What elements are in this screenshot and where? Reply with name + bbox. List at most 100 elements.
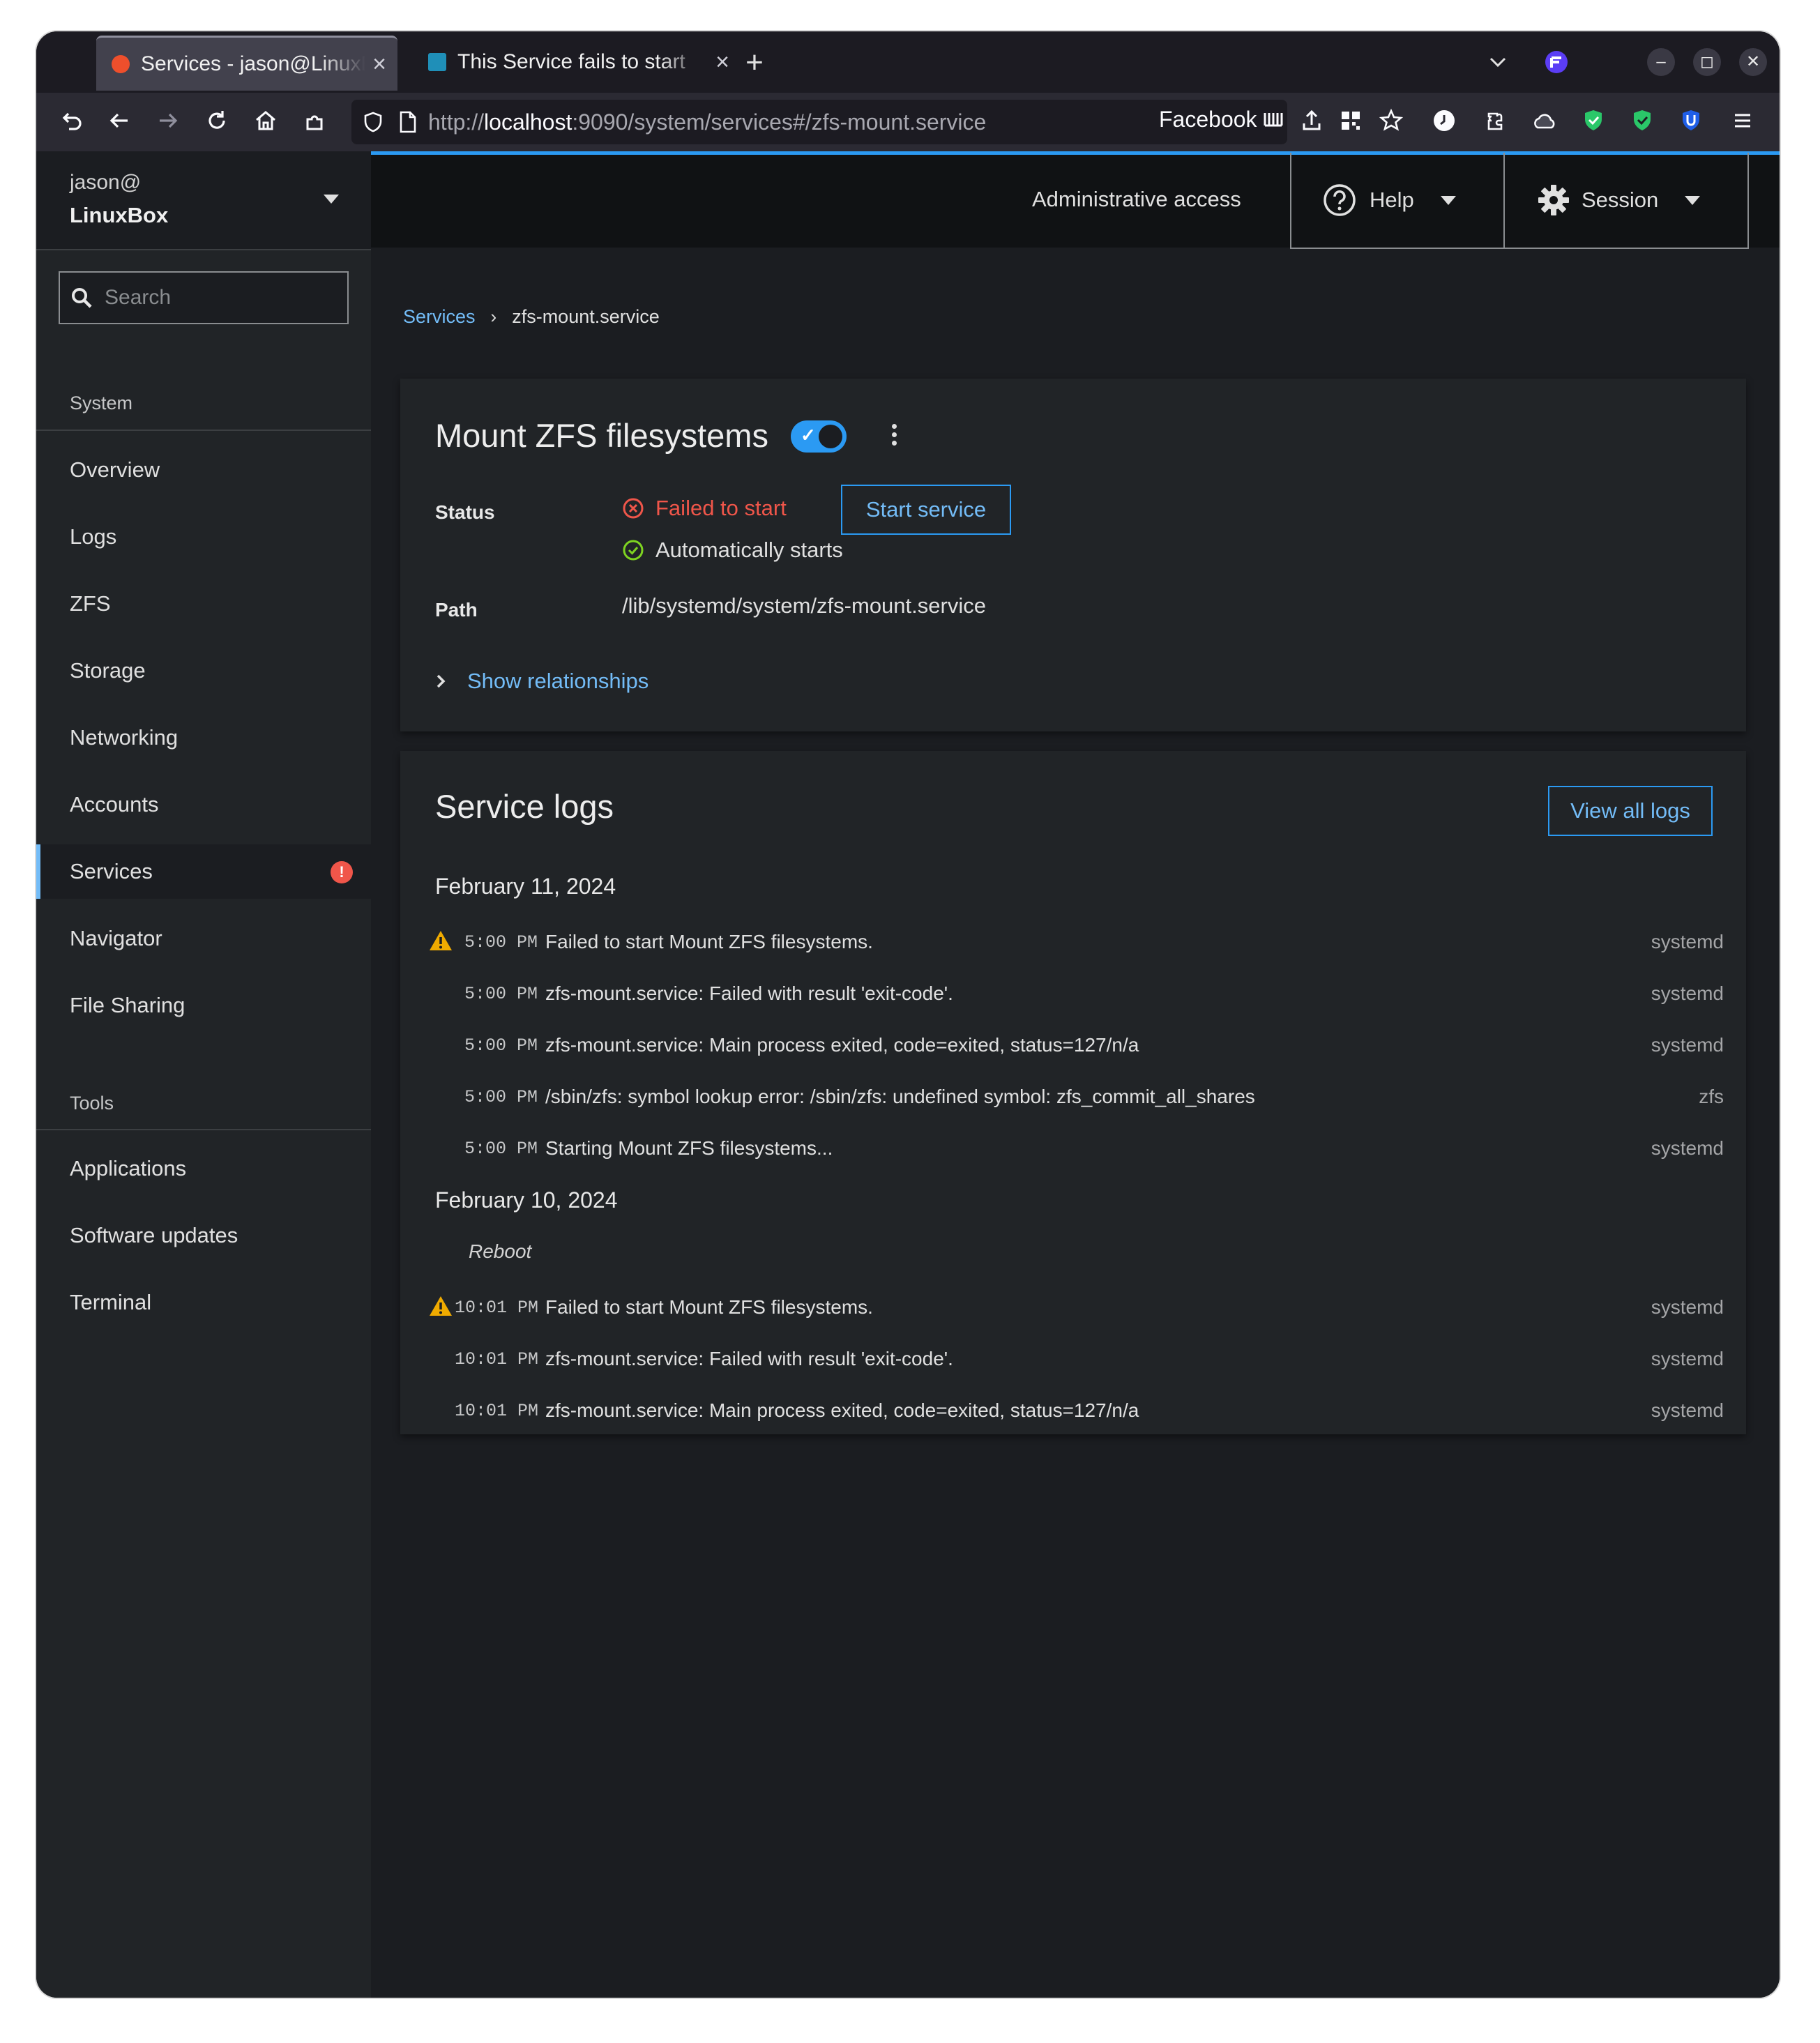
log-entry[interactable]: 5:00 PM /sbin/zfs: symbol lookup error: … [400, 1076, 1746, 1118]
extensions-icon[interactable] [1480, 107, 1512, 139]
sidebar-item-applications[interactable]: Applications [36, 1141, 371, 1196]
sidebar-item-overview[interactable]: Overview [36, 443, 371, 497]
log-entry[interactable]: 10:01 PM zfs-mount.service: Failed with … [400, 1338, 1746, 1380]
home-icon[interactable] [250, 107, 282, 139]
extension-puzzle-icon[interactable] [298, 107, 331, 139]
log-entry[interactable]: 5:00 PM zfs-mount.service: Main process … [400, 1024, 1746, 1066]
chevron-right-icon: › [490, 306, 497, 327]
search-icon [70, 286, 93, 310]
sidebar-item-accounts[interactable]: Accounts [36, 777, 371, 832]
maximize-window-button[interactable]: ◻ [1693, 48, 1721, 76]
log-entry[interactable]: 5:00 PM zfs-mount.service: Failed with r… [400, 973, 1746, 1015]
help-label: Help [1370, 188, 1414, 212]
ublock-shield-icon[interactable] [1675, 107, 1707, 139]
sidebar-item-services[interactable]: Services ! [36, 844, 375, 899]
view-all-logs-button[interactable]: View all logs [1548, 786, 1713, 836]
tab-forum[interactable]: This Service fails to start × [413, 36, 741, 89]
host-name: LinuxBox [70, 203, 169, 227]
bookmark-facebook[interactable]: Facebook [1159, 107, 1284, 134]
sidebar-item-file-sharing[interactable]: File Sharing [36, 978, 371, 1033]
green-check-shield-icon[interactable] [1626, 107, 1658, 139]
check-icon: ✓ [801, 425, 816, 446]
forward-arrow-icon[interactable] [152, 107, 184, 139]
warning-triangle-icon [428, 929, 453, 955]
help-circle-icon [1322, 183, 1357, 218]
extension-icon[interactable] [1542, 48, 1570, 79]
close-tab-icon[interactable]: × [708, 49, 736, 76]
sidebar-item-navigator[interactable]: Navigator [36, 911, 371, 966]
minimize-window-button[interactable]: – [1647, 48, 1675, 76]
forum-favicon-icon [428, 53, 446, 71]
clock-extension-icon[interactable] [1428, 107, 1460, 139]
log-entry[interactable]: 10:01 PM zfs-mount.service: Main process… [400, 1390, 1746, 1431]
service-path: /lib/systemd/system/zfs-mount.service [622, 593, 986, 618]
search-field[interactable] [59, 271, 349, 324]
sidebar-item-storage[interactable]: Storage [36, 644, 371, 698]
back-arrow-icon[interactable] [103, 107, 135, 139]
service-enabled-toggle[interactable]: ✓ [791, 420, 847, 453]
start-service-button[interactable]: Start service [841, 485, 1011, 535]
system-section-header: System [70, 393, 133, 413]
breadcrumb-current: zfs-mount.service [512, 306, 660, 327]
service-details-card: Mount ZFS filesystems ✓ Status Failed to… [400, 379, 1746, 731]
sidebar-item-software-updates[interactable]: Software updates [36, 1208, 371, 1263]
status-failed: Failed to start [622, 496, 787, 521]
administrative-access-button[interactable]: Administrative access [1032, 187, 1241, 212]
status-label: Status [435, 501, 495, 523]
masthead: Administrative access Help Session [371, 151, 1780, 249]
undo-icon[interactable] [54, 107, 86, 139]
log-date-heading: February 10, 2024 [435, 1187, 618, 1213]
keyboard-icon [1263, 108, 1284, 134]
caret-down-icon [324, 195, 339, 204]
host-switcher[interactable]: jason@ LinuxBox [36, 151, 371, 250]
success-check-circle-icon [622, 539, 644, 561]
share-icon[interactable] [1296, 107, 1328, 139]
bookmark-star-icon[interactable] [1375, 107, 1407, 139]
show-relationships-toggle[interactable]: Show relationships [435, 669, 649, 694]
logs-title: Service logs [435, 788, 614, 825]
session-menu-button[interactable]: Session [1503, 153, 1749, 249]
reload-icon[interactable] [201, 107, 233, 139]
log-date-heading: February 11, 2024 [435, 874, 616, 899]
tracking-shield-icon[interactable] [361, 110, 385, 134]
kebab-menu-icon[interactable] [887, 420, 901, 453]
close-window-button[interactable]: ✕ [1739, 48, 1767, 76]
page-info-icon[interactable] [397, 110, 418, 134]
url-bar[interactable]: http://localhost:9090/system/services#/z… [351, 100, 1287, 144]
close-tab-icon[interactable]: × [365, 51, 393, 78]
new-tab-button[interactable]: + [734, 38, 775, 87]
section-divider [36, 430, 371, 431]
sidebar-item-terminal[interactable]: Terminal [36, 1275, 371, 1330]
caret-down-icon [1440, 195, 1456, 205]
sidebar-item-networking[interactable]: Networking [36, 711, 371, 765]
cloud-extension-icon[interactable] [1529, 107, 1561, 139]
host-user: jason@ [70, 171, 142, 194]
hamburger-menu-icon[interactable] [1727, 107, 1759, 139]
service-logs-card: Service logs View all logs February 11, … [400, 751, 1746, 1434]
reboot-marker: Reboot [469, 1240, 532, 1262]
cockpit-favicon-icon [112, 55, 130, 73]
status-auto-start: Automatically starts [622, 538, 843, 563]
sidebar: jason@ LinuxBox System Overview Logs ZFS… [36, 151, 375, 1998]
browser-window: Services - jason@LinuxBox × This Service… [36, 31, 1780, 1998]
section-divider [36, 1129, 371, 1130]
sidebar-item-zfs[interactable]: ZFS [36, 577, 371, 631]
log-entry[interactable]: 5:00 PM Failed to start Mount ZFS filesy… [400, 921, 1746, 963]
error-badge-icon: ! [331, 861, 353, 883]
qr-code-icon[interactable] [1335, 107, 1367, 139]
sidebar-item-logs[interactable]: Logs [36, 510, 371, 564]
url-text[interactable]: http://localhost:9090/system/services#/z… [428, 109, 986, 135]
log-entry[interactable]: 10:01 PM Failed to start Mount ZFS files… [400, 1286, 1746, 1328]
error-circle-icon [622, 497, 644, 519]
tab-label: Services - jason@LinuxBox [141, 52, 365, 75]
help-menu-button[interactable]: Help [1290, 153, 1505, 249]
green-shield-extension-icon[interactable] [1577, 107, 1609, 139]
log-entry[interactable]: 5:00 PM Starting Mount ZFS filesystems..… [400, 1127, 1746, 1169]
list-tabs-chevron-icon[interactable] [1487, 51, 1509, 77]
tab-services[interactable]: Services - jason@LinuxBox × [96, 36, 397, 91]
chevron-right-icon [435, 673, 446, 690]
session-label: Session [1582, 188, 1659, 212]
breadcrumb-services-link[interactable]: Services [403, 306, 476, 328]
search-input[interactable] [103, 285, 329, 310]
path-label: Path [435, 599, 478, 621]
